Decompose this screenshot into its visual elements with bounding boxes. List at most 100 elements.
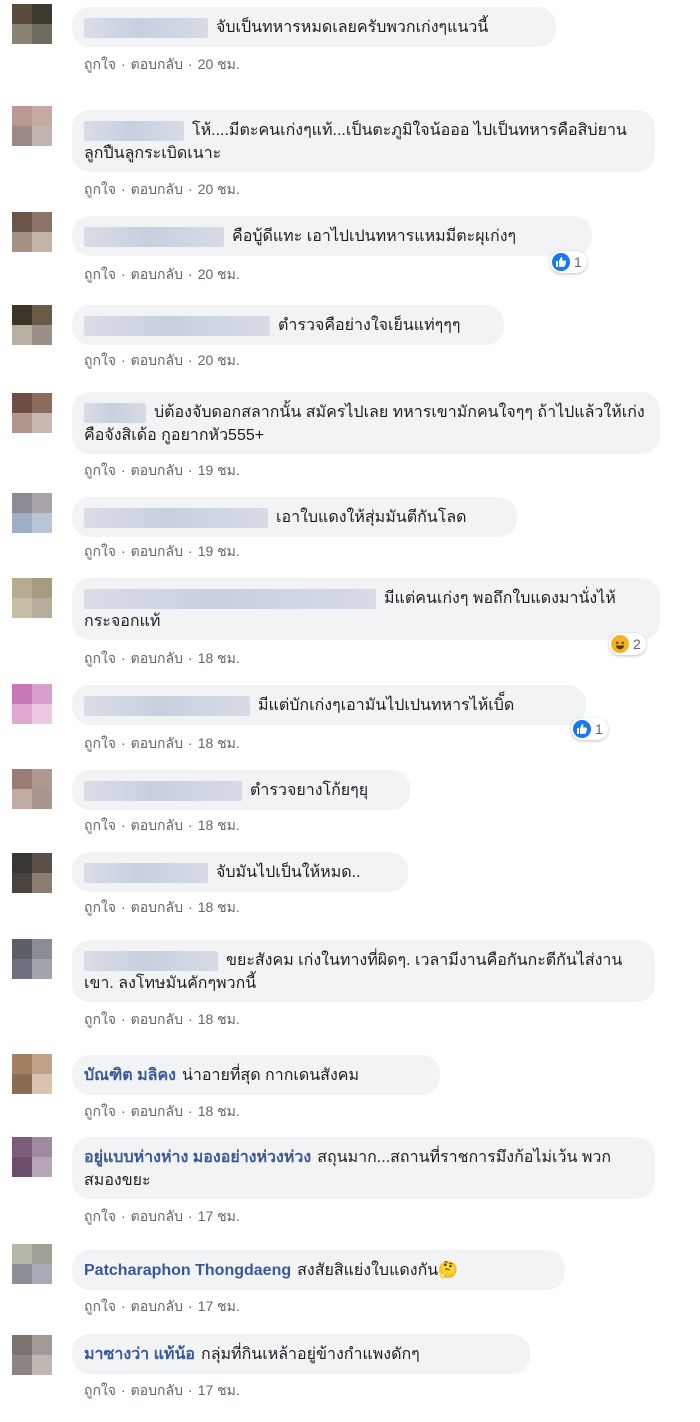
comment-bubble: มีแต่บักเก่งๆเอามันไปเปนทหารไห้เบิ็ด: [72, 685, 586, 725]
reply-link[interactable]: ตอบกลับ: [131, 735, 183, 751]
reply-link[interactable]: ตอบกลับ: [131, 462, 183, 478]
comment-actions: ถูกใจ · ตอบกลับ · 19 ชม.: [84, 541, 240, 563]
avatar[interactable]: [12, 212, 52, 252]
separator: ·: [121, 1103, 126, 1119]
reply-link[interactable]: ตอบกลับ: [131, 543, 183, 559]
comment-text: มีแต่บักเก่งๆเอามันไปเปนทหารไห้เบิ็ด: [258, 697, 515, 714]
comment-actions: ถูกใจ · ตอบกลับ · 18 ชม.: [84, 1009, 240, 1031]
comment-actions: ถูกใจ · ตอบกลับ · 18 ชม.: [84, 815, 240, 837]
avatar[interactable]: [12, 106, 52, 146]
reply-link[interactable]: ตอบกลับ: [131, 1298, 183, 1314]
blurred-author-name[interactable]: [84, 120, 184, 141]
like-link[interactable]: ถูกใจ: [84, 735, 116, 751]
comment-actions: ถูกใจ · ตอบกลับ · 17 ชม.: [84, 1380, 240, 1402]
avatar[interactable]: [12, 769, 52, 809]
comment-bubble: จับมันไปเป็นให้หมด..: [72, 852, 408, 892]
comment-time[interactable]: 20 ชม.: [198, 266, 240, 282]
separator: ·: [188, 543, 193, 559]
reply-link[interactable]: ตอบกลับ: [131, 899, 183, 915]
blurred-author-name[interactable]: [84, 780, 242, 801]
avatar[interactable]: [12, 1054, 52, 1094]
comment-bubble: บ่ต้องจับดอกสลากนั้น สมัครไปเลย ทหารเขาม…: [72, 392, 660, 454]
reaction-badge[interactable]: 1: [571, 718, 608, 740]
like-link[interactable]: ถูกใจ: [84, 543, 116, 559]
separator: ·: [121, 1208, 126, 1224]
avatar[interactable]: [12, 4, 52, 44]
reply-link[interactable]: ตอบกลับ: [131, 817, 183, 833]
like-link[interactable]: ถูกใจ: [84, 462, 116, 478]
like-link[interactable]: ถูกใจ: [84, 1298, 116, 1314]
avatar[interactable]: [12, 1335, 52, 1375]
comment-time[interactable]: 17 ชม.: [198, 1382, 240, 1398]
like-link[interactable]: ถูกใจ: [84, 1011, 116, 1027]
comment-bubble: มาซางว่า แท้น้อ กลุ่มที่กินเหล้าอยู่ข้างก…: [72, 1334, 530, 1374]
comment-text: ตำรวจยางโก้ยๆยุ: [250, 782, 369, 799]
blurred-author-name[interactable]: [84, 17, 208, 38]
comment-time[interactable]: 20 ชม.: [198, 181, 240, 197]
reply-link[interactable]: ตอบกลับ: [131, 650, 183, 666]
like-link[interactable]: ถูกใจ: [84, 266, 116, 282]
comment-time[interactable]: 18 ชม.: [198, 650, 240, 666]
comment-bubble: เอาใบแดงให้สุ่มมันตีกันโลด: [72, 497, 517, 537]
blurred-author-name[interactable]: [84, 226, 224, 247]
separator: ·: [188, 735, 193, 751]
blurred-author-name[interactable]: [84, 402, 146, 423]
reply-link[interactable]: ตอบกลับ: [131, 352, 183, 368]
avatar[interactable]: [12, 684, 52, 724]
avatar[interactable]: [12, 853, 52, 893]
like-link[interactable]: ถูกใจ: [84, 817, 116, 833]
avatar[interactable]: [12, 393, 52, 433]
comment-actions: ถูกใจ · ตอบกลับ · 19 ชม.: [84, 460, 240, 482]
blurred-author-name[interactable]: [84, 315, 270, 336]
blurred-author-name[interactable]: [84, 507, 268, 528]
reply-link[interactable]: ตอบกลับ: [131, 1382, 183, 1398]
reaction-badge[interactable]: 2: [609, 633, 646, 655]
like-link[interactable]: ถูกใจ: [84, 352, 116, 368]
reaction-badge[interactable]: 1: [550, 251, 587, 273]
comment-time[interactable]: 18 ชม.: [198, 735, 240, 751]
separator: ·: [188, 266, 193, 282]
like-link[interactable]: ถูกใจ: [84, 650, 116, 666]
blurred-author-name[interactable]: [84, 950, 218, 971]
avatar[interactable]: [12, 578, 52, 618]
reply-link[interactable]: ตอบกลับ: [131, 1103, 183, 1119]
comment-time[interactable]: 19 ชม.: [198, 543, 240, 559]
author-name[interactable]: บัณฑิต มลิคง: [84, 1067, 176, 1084]
comment-time[interactable]: 18 ชม.: [198, 899, 240, 915]
avatar[interactable]: [12, 493, 52, 533]
reply-link[interactable]: ตอบกลับ: [131, 181, 183, 197]
comment-time[interactable]: 20 ชม.: [198, 352, 240, 368]
reply-link[interactable]: ตอบกลับ: [131, 1011, 183, 1027]
like-link[interactable]: ถูกใจ: [84, 1382, 116, 1398]
comment-time[interactable]: 18 ชม.: [198, 1103, 240, 1119]
blurred-author-name[interactable]: [84, 862, 208, 883]
blurred-author-name[interactable]: [84, 588, 376, 609]
like-link[interactable]: ถูกใจ: [84, 56, 116, 72]
avatar[interactable]: [12, 939, 52, 979]
avatar[interactable]: [12, 305, 52, 345]
blurred-author-name[interactable]: [84, 695, 250, 716]
avatar[interactable]: [12, 1137, 52, 1177]
separator: ·: [188, 1011, 193, 1027]
reply-link[interactable]: ตอบกลับ: [131, 266, 183, 282]
like-link[interactable]: ถูกใจ: [84, 899, 116, 915]
author-name[interactable]: อยู่แบบห่างห่าง มองอย่างห่วงห่วง: [84, 1149, 311, 1166]
like-link[interactable]: ถูกใจ: [84, 181, 116, 197]
avatar[interactable]: [12, 1244, 52, 1284]
comment-time[interactable]: 17 ชม.: [198, 1208, 240, 1224]
reply-link[interactable]: ตอบกลับ: [131, 1208, 183, 1224]
like-link[interactable]: ถูกใจ: [84, 1208, 116, 1224]
comment-bubble: Patcharaphon Thongdaeng สงสัยสิแย่งใบแดงก…: [72, 1250, 565, 1290]
comment-time[interactable]: 17 ชม.: [198, 1298, 240, 1314]
comment-actions: ถูกใจ · ตอบกลับ · 20 ชม.: [84, 350, 240, 372]
comment-time[interactable]: 18 ชม.: [198, 1011, 240, 1027]
comment-time[interactable]: 20 ชม.: [198, 56, 240, 72]
comment-text: บ่ต้องจับดอกสลากนั้น สมัครไปเลย ทหารเขาม…: [84, 404, 645, 444]
like-link[interactable]: ถูกใจ: [84, 1103, 116, 1119]
reply-link[interactable]: ตอบกลับ: [131, 56, 183, 72]
comment-time[interactable]: 18 ชม.: [198, 817, 240, 833]
comment-time[interactable]: 19 ชม.: [198, 462, 240, 478]
author-name[interactable]: มาซางว่า แท้น้อ: [84, 1346, 195, 1363]
author-name[interactable]: Patcharaphon Thongdaeng: [84, 1262, 291, 1279]
comment-text: ตำรวจคือย่างใจเย็นแท่ๆๆๆ: [278, 317, 461, 334]
